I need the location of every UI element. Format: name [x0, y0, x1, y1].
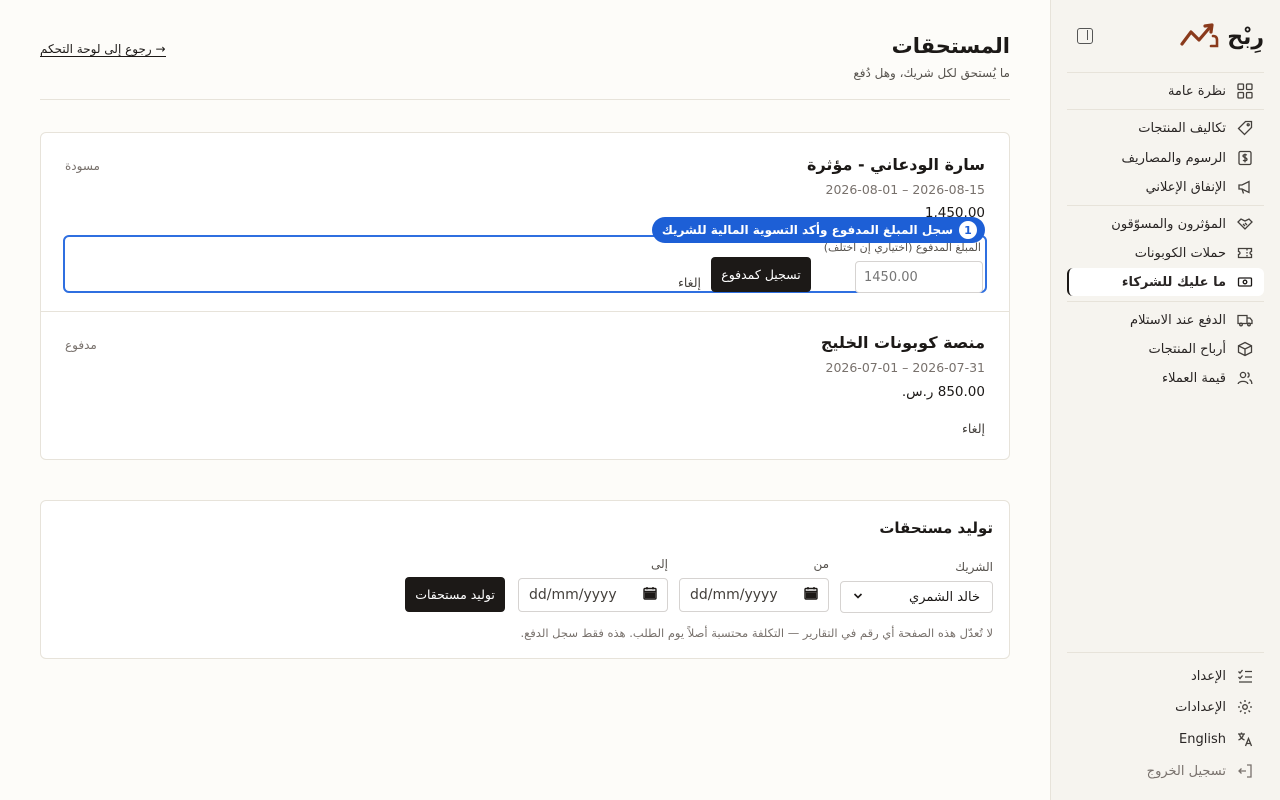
logout-icon [1236, 762, 1254, 780]
sidebar-item-product-costs[interactable]: تكاليف المنتجات [1067, 114, 1264, 142]
sidebar-item-setup[interactable]: الإعداد [1067, 662, 1264, 690]
sidebar-item-product-profits[interactable]: أرباح المنتجات [1067, 335, 1264, 363]
sidebar-item-label: ما عليك للشركاء [1121, 274, 1226, 290]
sidebar-item-cod[interactable]: الدفع عند الاستلام [1067, 306, 1264, 334]
partner-select-value: خالد الشمري [909, 589, 980, 605]
payout-period: 2026-07-01 – 2026-07-31 [825, 360, 986, 375]
chevron-down-icon [853, 590, 863, 605]
sidebar-item-logout[interactable]: تسجيل الخروج [1067, 757, 1264, 785]
sidebar-item-coupon-campaigns[interactable]: حملات الكوبونات [1067, 239, 1264, 267]
hint-text: لا تُعدّل هذه الصفحة أي رقم في التقارير … [520, 626, 993, 640]
sidebar-item-label: الدفع عند الاستلام [1130, 312, 1226, 328]
onboarding-tooltip: 1 سجل المبلغ المدفوع وأكد التسوية المالي… [651, 217, 985, 243]
brand-logo-icon [1179, 20, 1221, 54]
payout-amount: 850.00 ر.س. [901, 384, 985, 400]
payouts-card: سارة الودعاني - مؤثرة 2026-08-01 – 2026-… [40, 132, 1010, 460]
sidebar-item-label: تكاليف المنتجات [1138, 120, 1226, 136]
cash-icon [1236, 273, 1254, 291]
megaphone-icon [1236, 178, 1254, 196]
payout-row: سارة الودعاني - مؤثرة 2026-08-01 – 2026-… [41, 133, 1009, 311]
partner-name: سارة الودعاني - مؤثرة [807, 155, 985, 174]
partner-select[interactable]: خالد الشمري [840, 581, 993, 613]
sidebar: رِبْح نظرة عامة تكاليف المنتجات الرسوم و… [1050, 0, 1280, 800]
grid-icon [1236, 82, 1254, 100]
sidebar-item-label: الإعداد [1190, 668, 1226, 684]
sidebar-divider [1067, 652, 1264, 653]
sidebar-item-partner-payouts[interactable]: ما عليك للشركاء [1067, 268, 1264, 296]
page-title: المستحقات [891, 34, 1010, 58]
mark-as-paid-button[interactable]: تسجيل كمدفوع [711, 257, 811, 292]
generate-payouts-button[interactable]: توليد مستحقات [405, 577, 505, 612]
sidebar-item-settings[interactable]: الإعدادات [1067, 693, 1264, 721]
brand-name: رِبْح [1227, 24, 1264, 50]
sidebar-divider [1067, 301, 1264, 302]
to-date-label: إلى [651, 557, 668, 571]
sidebar-item-label: المؤثرون والمسوّقون [1111, 216, 1226, 232]
sidebar-item-label: الإنفاق الإعلاني [1145, 179, 1226, 195]
from-date-label: من [813, 557, 829, 571]
to-date-input[interactable]: dd/mm/yyyy [518, 578, 668, 612]
sidebar-item-label: نظرة عامة [1167, 83, 1226, 99]
sidebar-item-overview[interactable]: نظرة عامة [1067, 77, 1264, 105]
page-subtitle: ما يُستحق لكل شريك، وهل دُفع [853, 66, 1010, 80]
box-icon [1236, 340, 1254, 358]
translate-icon [1236, 730, 1254, 748]
sidebar-item-label: الرسوم والمصاريف [1121, 150, 1227, 166]
calendar-icon [804, 586, 818, 604]
sidebar-item-label: أرباح المنتجات [1148, 341, 1226, 357]
sidebar-item-ad-spend[interactable]: الإنفاق الإعلاني [1067, 173, 1264, 201]
handshake-icon [1236, 215, 1254, 233]
sidebar-item-label: تسجيل الخروج [1146, 763, 1226, 779]
sidebar-item-influencers[interactable]: المؤثرون والمسوّقون [1067, 210, 1264, 238]
tag-icon [1236, 119, 1254, 137]
from-date-input[interactable]: dd/mm/yyyy [679, 578, 829, 612]
section-title: توليد مستحقات [879, 519, 993, 537]
receipt-icon [1236, 149, 1254, 167]
sidebar-item-label: حملات الكوبونات [1134, 245, 1226, 261]
sidebar-item-language[interactable]: English [1067, 725, 1264, 753]
date-placeholder: dd/mm/yyyy [529, 587, 617, 603]
header-divider [40, 99, 1010, 100]
status-badge: مسودة [65, 159, 100, 173]
cancel-link[interactable]: إلغاء [962, 421, 985, 436]
sidebar-divider [1067, 72, 1264, 73]
sidebar-item-label: English [1179, 731, 1226, 747]
sidebar-divider [1067, 205, 1264, 206]
sidebar-item-label: قيمة العملاء [1162, 370, 1226, 386]
back-to-dashboard-link[interactable]: → رجوع إلى لوحة التحكم [40, 42, 166, 57]
payout-row: منصة كوبونات الخليج 2026-07-01 – 2026-07… [41, 312, 1009, 460]
status-badge: مدفوع [65, 338, 97, 352]
gear-icon [1236, 698, 1254, 716]
date-placeholder: dd/mm/yyyy [690, 587, 778, 603]
sidebar-item-fees[interactable]: الرسوم والمصاريف [1067, 144, 1264, 172]
generate-payouts-card: توليد مستحقات الشريك خالد الشمري من dd/m… [40, 500, 1010, 659]
brand[interactable]: رِبْح [1179, 20, 1264, 54]
users-icon [1236, 369, 1254, 387]
sidebar-item-label: الإعدادات [1175, 699, 1226, 715]
sidebar-collapse-icon[interactable] [1077, 28, 1093, 44]
payout-period: 2026-08-01 – 2026-08-15 [825, 182, 986, 197]
calendar-icon [643, 586, 657, 604]
sidebar-item-customer-value[interactable]: قيمة العملاء [1067, 364, 1264, 392]
tooltip-step-number: 1 [959, 221, 977, 239]
cancel-link[interactable]: إلغاء [678, 275, 701, 290]
ticket-icon [1236, 244, 1254, 262]
paid-amount-input[interactable] [855, 261, 983, 293]
checklist-icon [1236, 667, 1254, 685]
sidebar-divider [1067, 109, 1264, 110]
partner-label: الشريك [955, 560, 993, 574]
mark-paid-form: المبلغ المدفوع (اختياري إن اختلف) تسجيل … [63, 235, 987, 293]
partner-name: منصة كوبونات الخليج [820, 333, 985, 352]
truck-icon [1236, 311, 1254, 329]
tooltip-text: سجل المبلغ المدفوع وأكد التسوية المالية … [661, 223, 953, 237]
